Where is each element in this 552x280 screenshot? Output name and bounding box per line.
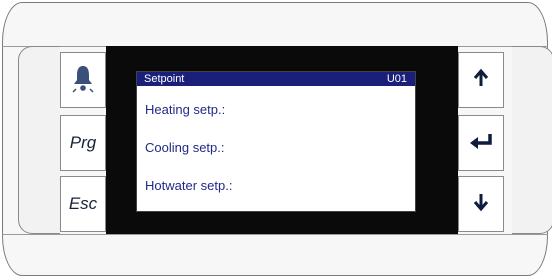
right-bezel: [512, 46, 552, 234]
prg-label: Prg: [69, 133, 97, 152]
prg-button[interactable]: Prg: [60, 115, 106, 171]
arrow-up-icon: [472, 68, 490, 93]
up-button[interactable]: [458, 52, 504, 108]
down-button[interactable]: [458, 176, 504, 232]
panel-divider-bottom: [2, 234, 548, 235]
cooling-setpoint-label: Cooling setp.:: [145, 140, 225, 155]
screen-title: Setpoint: [144, 73, 185, 85]
alarm-button[interactable]: [60, 52, 106, 108]
left-bezel: [18, 46, 60, 234]
arrow-down-icon: [472, 192, 490, 217]
esc-label: Esc: [68, 194, 98, 213]
screen-code: U01: [386, 73, 407, 85]
bell-icon: [72, 63, 94, 98]
hotwater-setpoint-label: Hotwater setp.:: [145, 178, 233, 193]
lcd-screen: Setpoint U01 Heating setp.: Cooling setp…: [136, 71, 416, 212]
enter-icon: [469, 132, 493, 155]
esc-button[interactable]: Esc: [60, 176, 106, 232]
enter-button[interactable]: [458, 115, 504, 171]
heating-setpoint-label: Heating setp.:: [145, 102, 226, 117]
lcd-header-bar: Setpoint U01: [137, 72, 415, 86]
